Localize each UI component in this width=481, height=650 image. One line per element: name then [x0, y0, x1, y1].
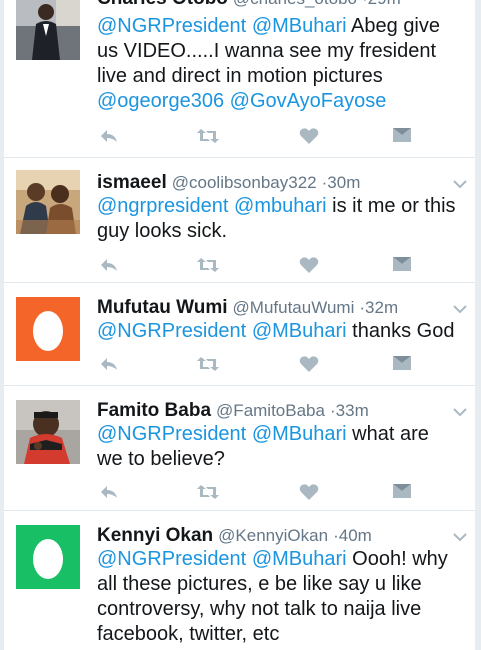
heart-icon[interactable]	[299, 127, 321, 147]
mention-link[interactable]: @GovAyoFayose	[230, 90, 387, 112]
timestamp[interactable]: 33m	[336, 401, 369, 420]
tweet-text: @NGRPresident @MBuhari Abeg give us VIDE…	[97, 14, 457, 114]
direct-message-icon[interactable]	[392, 483, 414, 503]
author-name[interactable]: Kennyi Okan	[97, 525, 213, 546]
reply-icon[interactable]	[99, 256, 121, 276]
tweet-body: thanks God	[352, 320, 455, 342]
tweet-item[interactable]: Kennyi Okan @KennyiOkan ·40m @NGRPreside…	[4, 511, 475, 650]
tweet-text: @NGRPresident @MBuhari what are we to be…	[97, 422, 457, 472]
author-handle[interactable]: @coolibsonbay322	[172, 173, 317, 192]
direct-message-icon[interactable]	[392, 127, 414, 147]
tweet-actions	[99, 256, 429, 276]
heart-icon[interactable]	[299, 355, 321, 375]
avatar[interactable]	[16, 170, 80, 234]
avatar[interactable]	[16, 400, 80, 464]
tweet-item[interactable]: ismaeel @coolibsonbay322 ·30m @ngrpresid…	[4, 158, 475, 283]
retweet-icon[interactable]	[196, 355, 219, 375]
author-name[interactable]: Mufutau Wumi	[97, 297, 228, 318]
chevron-down-icon[interactable]	[453, 176, 467, 190]
heart-icon[interactable]	[299, 483, 321, 503]
chevron-down-icon[interactable]	[453, 301, 467, 315]
timestamp[interactable]: 30m	[327, 173, 360, 192]
chevron-down-icon[interactable]	[453, 404, 467, 418]
mention-link[interactable]: @ngrpresident	[97, 195, 228, 217]
timestamp[interactable]: 40m	[339, 526, 372, 545]
mention-link[interactable]: @MBuhari	[252, 15, 347, 37]
tweet-header: Charles Otobo @charles_otobo ·29m	[97, 0, 465, 10]
author-handle[interactable]: @KennyiOkan	[218, 526, 328, 545]
tweet-item[interactable]: Mufutau Wumi @MufutauWumi ·32m @NGRPresi…	[4, 283, 475, 386]
direct-message-icon[interactable]	[392, 355, 414, 375]
mention-link[interactable]: @NGRPresident	[97, 15, 246, 37]
avatar[interactable]	[16, 0, 80, 60]
author-name[interactable]: Famito Baba	[97, 400, 211, 421]
tweet-text: @NGRPresident @MBuhari thanks God	[97, 319, 457, 344]
retweet-icon[interactable]	[196, 256, 219, 276]
timestamp[interactable]: 29m	[368, 0, 401, 8]
tweet-text: @ngrpresident @mbuhari is it me or this …	[97, 194, 457, 244]
tweet-actions	[99, 355, 429, 375]
tweet-actions	[99, 127, 429, 147]
author-name[interactable]: Charles Otobo	[97, 0, 228, 9]
mention-link[interactable]: @MBuhari	[252, 320, 347, 342]
mention-link[interactable]: @NGRPresident	[97, 423, 246, 445]
retweet-icon[interactable]	[196, 127, 219, 147]
author-handle[interactable]: @FamitoBaba	[216, 401, 325, 420]
tweet-header: Mufutau Wumi @MufutauWumi ·32m	[97, 295, 465, 319]
timestamp[interactable]: 32m	[365, 298, 398, 317]
mention-link[interactable]: @MBuhari	[252, 423, 347, 445]
heart-icon[interactable]	[299, 256, 321, 276]
tweet-header: Famito Baba @FamitoBaba ·33m	[97, 398, 465, 422]
mention-link[interactable]: @ogeorge306	[97, 90, 224, 112]
chevron-down-icon[interactable]	[453, 529, 467, 543]
retweet-icon[interactable]	[196, 483, 219, 503]
author-handle[interactable]: @MufutauWumi	[233, 298, 355, 317]
mention-link[interactable]: @NGRPresident	[97, 548, 246, 570]
tweet-header: ismaeel @coolibsonbay322 ·30m	[97, 170, 465, 194]
tweet-item[interactable]: Famito Baba @FamitoBaba ·33m @NGRPreside…	[4, 386, 475, 511]
reply-icon[interactable]	[99, 127, 121, 147]
reply-icon[interactable]	[99, 355, 121, 375]
author-handle[interactable]: @charles_otobo	[233, 0, 357, 8]
avatar[interactable]	[16, 297, 80, 361]
tweet-actions	[99, 483, 429, 503]
tweet-item[interactable]: Charles Otobo @charles_otobo ·29m @NGRPr…	[4, 0, 475, 158]
mention-link[interactable]: @NGRPresident	[97, 320, 246, 342]
tweet-timeline: Charles Otobo @charles_otobo ·29m @NGRPr…	[4, 0, 475, 650]
author-name[interactable]: ismaeel	[97, 172, 167, 193]
mention-link[interactable]: @MBuhari	[252, 548, 347, 570]
tweet-text: @NGRPresident @MBuhari Oooh! why all the…	[97, 547, 457, 647]
direct-message-icon[interactable]	[392, 256, 414, 276]
avatar[interactable]	[16, 525, 80, 589]
tweet-header: Kennyi Okan @KennyiOkan ·40m	[97, 523, 465, 547]
mention-link[interactable]: @mbuhari	[234, 195, 327, 217]
reply-icon[interactable]	[99, 483, 121, 503]
